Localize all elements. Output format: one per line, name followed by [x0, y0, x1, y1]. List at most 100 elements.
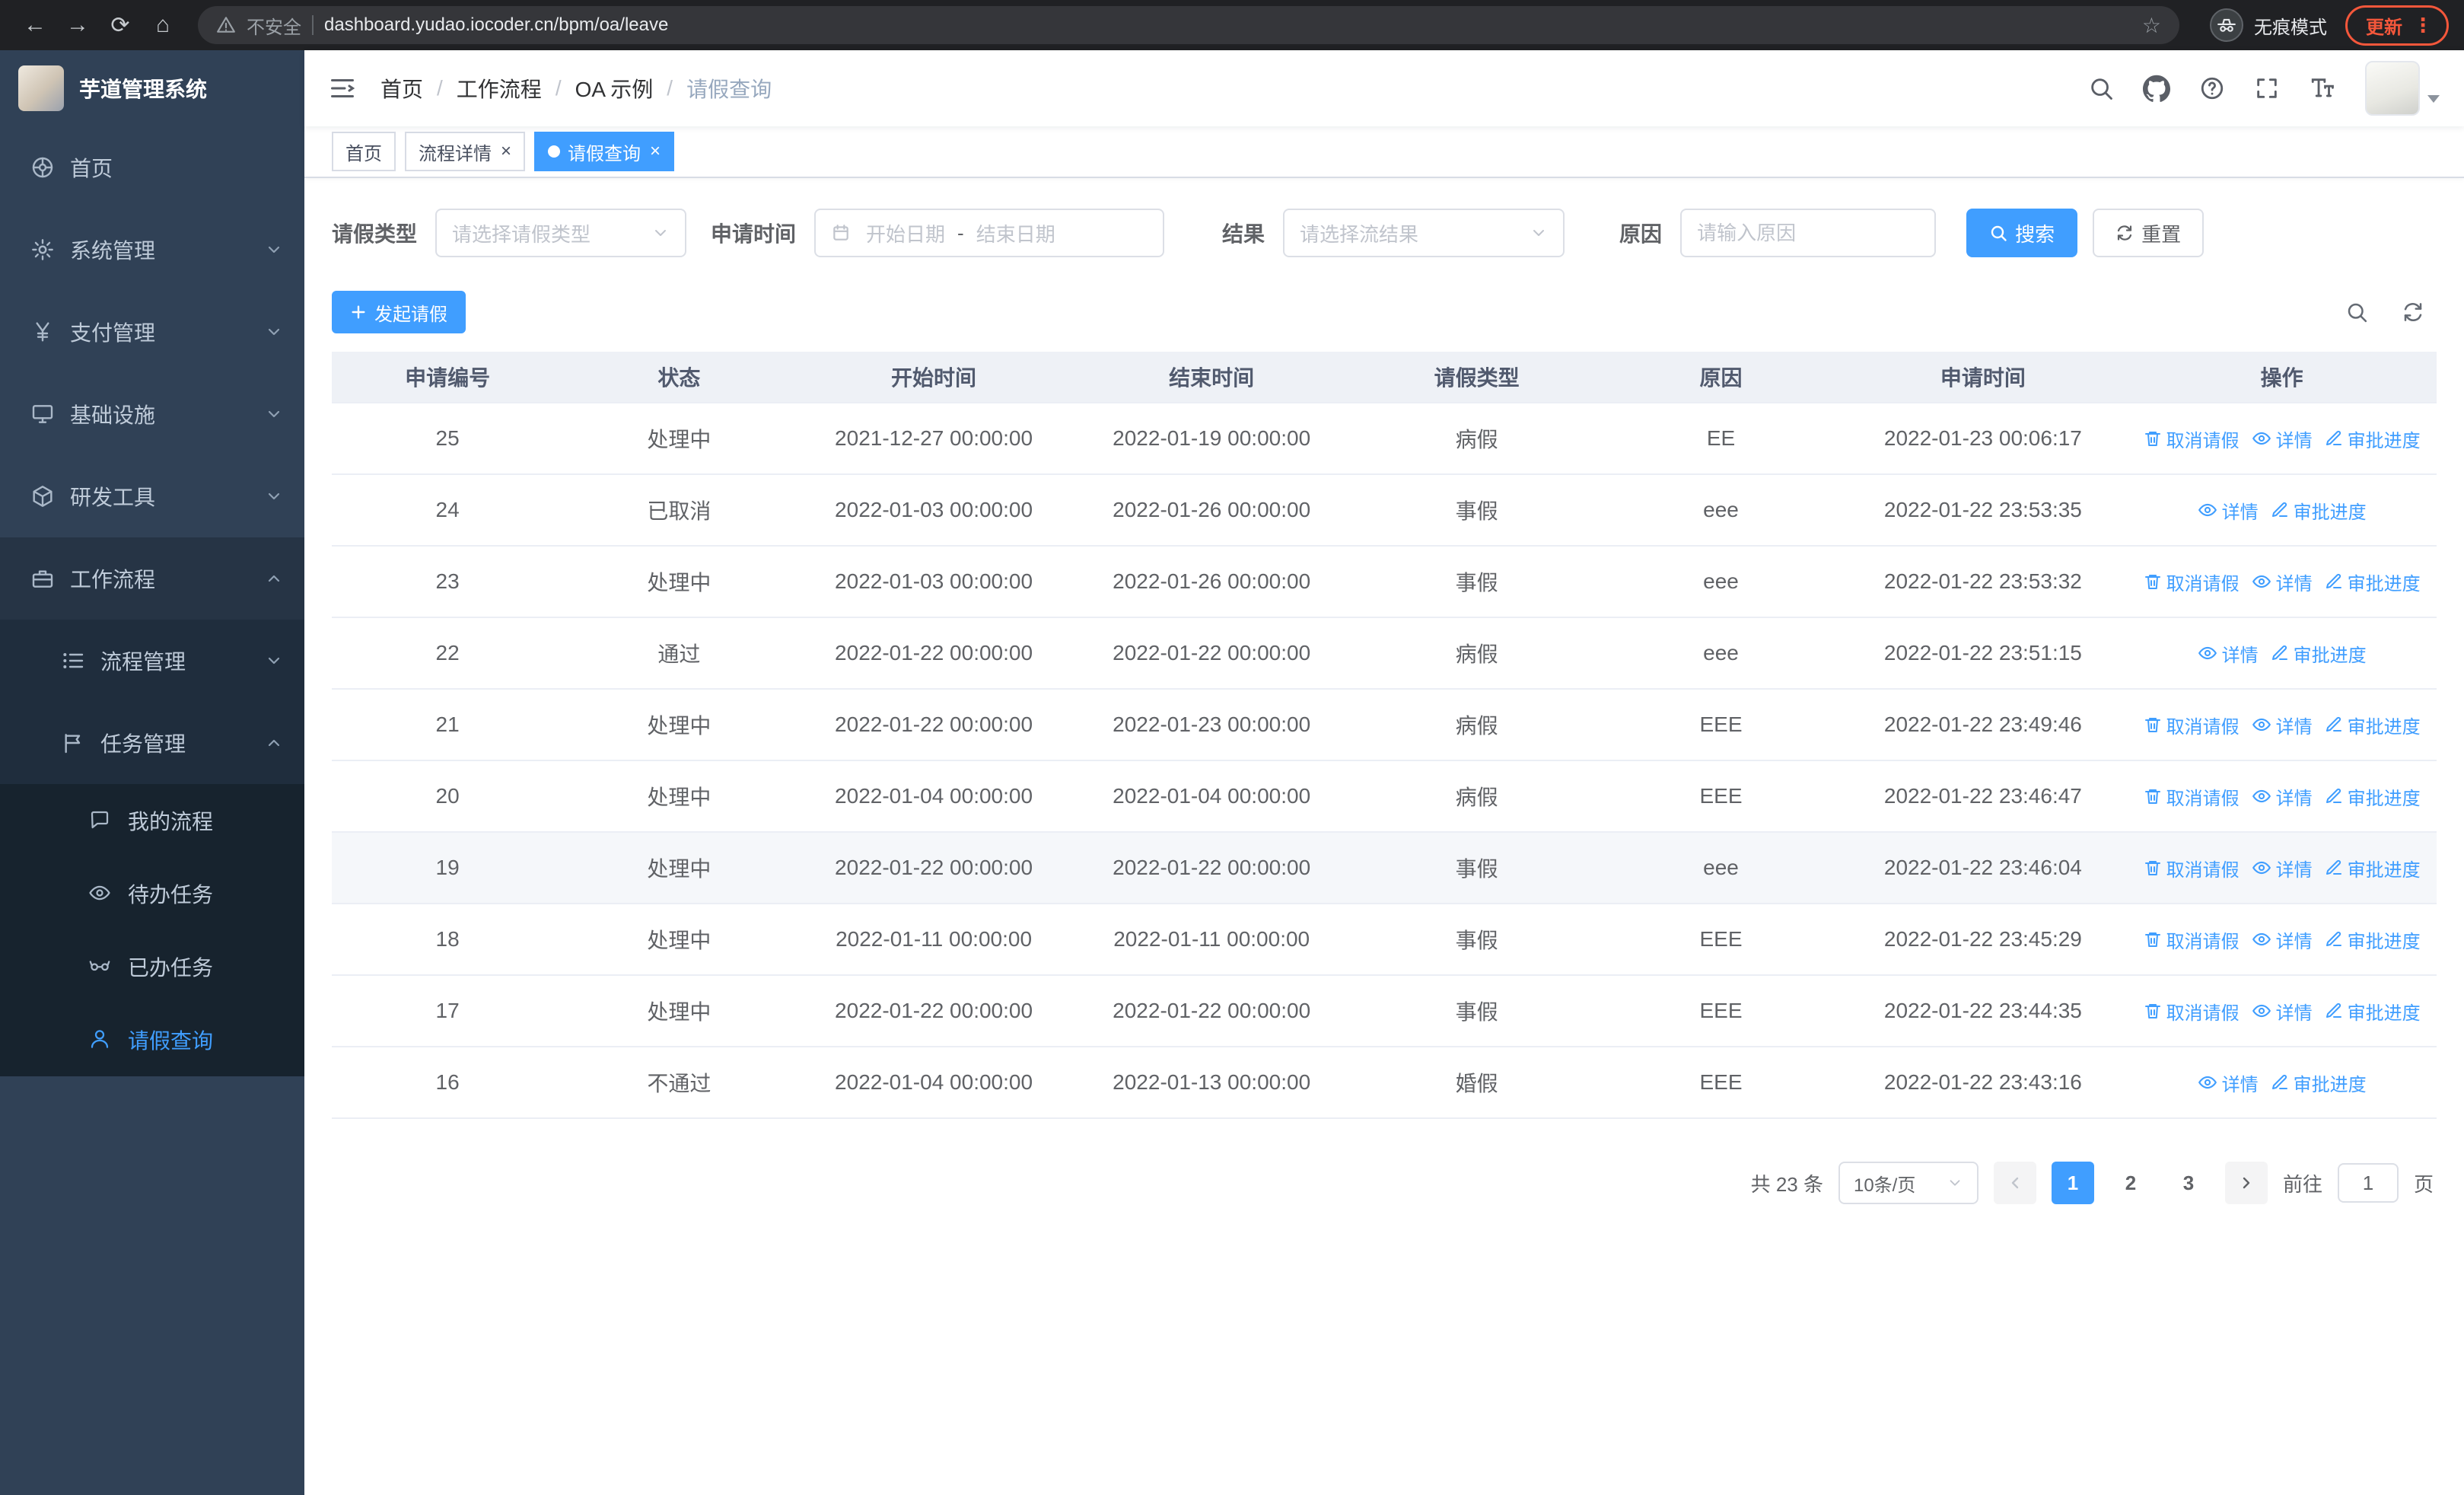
page-size-select[interactable]: 10条/页: [1838, 1162, 1979, 1204]
approval-progress-link[interactable]: 审批进度: [2325, 712, 2421, 738]
detail-link[interactable]: 详情: [2252, 426, 2313, 452]
detail-link[interactable]: 详情: [2198, 497, 2259, 524]
start-date-placeholder[interactable]: 开始日期: [866, 219, 945, 247]
approval-progress-link[interactable]: 审批进度: [2271, 497, 2367, 524]
sidebar-item-process-mgmt[interactable]: 流程管理: [0, 620, 304, 702]
breadcrumb-home[interactable]: 首页: [380, 73, 423, 104]
detail-link[interactable]: 详情: [2252, 998, 2313, 1025]
cancel-leave-link[interactable]: 取消请假: [2144, 783, 2240, 810]
detail-link[interactable]: 详情: [2252, 855, 2313, 881]
breadcrumb-oa-example[interactable]: OA 示例: [575, 73, 654, 104]
sidebar-item-home[interactable]: 首页: [0, 126, 304, 209]
sidebar-item-leave-query[interactable]: 请假查询: [0, 1003, 304, 1076]
reload-icon[interactable]: ⟳: [100, 5, 140, 45]
sidebar-item-system-mgmt[interactable]: 系统管理: [0, 209, 304, 291]
page-button-2[interactable]: 2: [2109, 1162, 2152, 1204]
cancel-leave-link[interactable]: 取消请假: [2144, 926, 2240, 953]
detail-link[interactable]: 详情: [2198, 1069, 2259, 1096]
page-button-1[interactable]: 1: [2051, 1162, 2094, 1204]
url-text[interactable]: dashboard.yudao.iocoder.cn/bpm/oa/leave: [324, 14, 2131, 36]
detail-link[interactable]: 详情: [2252, 712, 2313, 738]
chevron-down-icon: [265, 652, 283, 670]
approval-progress-link[interactable]: 审批进度: [2271, 1069, 2367, 1096]
cancel-leave-link[interactable]: 取消请假: [2144, 712, 2240, 738]
create-leave-button[interactable]: 发起请假: [332, 291, 466, 333]
cell-id: 23: [435, 569, 460, 593]
reset-button[interactable]: 重置: [2093, 209, 2205, 257]
prev-page-button[interactable]: [1993, 1162, 2036, 1204]
tab-close-icon[interactable]: ×: [501, 142, 511, 161]
sidebar-collapse-icon[interactable]: [329, 75, 356, 102]
home-icon[interactable]: ⌂: [143, 5, 183, 45]
fullscreen-icon[interactable]: [2254, 75, 2280, 101]
cancel-leave-link[interactable]: 取消请假: [2144, 998, 2240, 1025]
detail-link[interactable]: 详情: [2198, 640, 2259, 667]
security-label[interactable]: 不安全: [247, 12, 301, 39]
next-page-button[interactable]: [2224, 1162, 2268, 1204]
total-count: 共 23 条: [1750, 1172, 1823, 1196]
approval-progress-link[interactable]: 审批进度: [2325, 426, 2421, 452]
back-icon[interactable]: ←: [15, 5, 55, 45]
trash-icon: [2144, 932, 2160, 947]
approval-progress-link[interactable]: 审批进度: [2325, 783, 2421, 810]
detail-link[interactable]: 详情: [2252, 926, 2313, 953]
cell-reason: EE: [1706, 426, 1736, 450]
leave-type-select[interactable]: 请选择请假类型: [435, 209, 687, 257]
menu-kebab-icon[interactable]: ⋮: [2413, 14, 2433, 37]
approval-progress-link[interactable]: 审批进度: [2271, 640, 2367, 667]
approval-progress-link[interactable]: 审批进度: [2325, 926, 2421, 953]
detail-link[interactable]: 详情: [2252, 783, 2313, 810]
page-button-3[interactable]: 3: [2167, 1162, 2210, 1204]
end-date-placeholder[interactable]: 结束日期: [976, 219, 1055, 247]
sidebar-item-infrastructure[interactable]: 基础设施: [0, 373, 304, 455]
approval-progress-link[interactable]: 审批进度: [2325, 855, 2421, 881]
sidebar-item-dev-tools[interactable]: 研发工具: [0, 455, 304, 537]
sidebar-item-payment-mgmt[interactable]: 支付管理: [0, 291, 304, 373]
approval-progress-label: 审批进度: [2293, 502, 2367, 523]
breadcrumb-workflow[interactable]: 工作流程: [457, 73, 542, 104]
sidebar-item-done-tasks[interactable]: 已办任务: [0, 930, 304, 1003]
reason-input[interactable]: [1697, 221, 1920, 245]
sidebar-item-workflow[interactable]: 工作流程: [0, 537, 304, 620]
cell-leave-type: 事假: [1455, 1000, 1498, 1024]
tab-process-detail[interactable]: 流程详情 ×: [405, 132, 526, 171]
edit-icon: [2271, 645, 2287, 660]
sidebar-logo[interactable]: 芋道管理系统: [0, 50, 304, 126]
cell-leave-type: 病假: [1455, 428, 1498, 451]
apply-time-range-picker[interactable]: 开始日期 - 结束日期: [814, 209, 1165, 257]
sidebar-item-todo-tasks[interactable]: 待办任务: [0, 857, 304, 930]
edit-icon: [2326, 1003, 2341, 1018]
approval-progress-link[interactable]: 审批进度: [2325, 569, 2421, 595]
sidebar-item-task-mgmt[interactable]: 任务管理: [0, 702, 304, 784]
avatar[interactable]: [2365, 61, 2420, 116]
toggle-search-icon[interactable]: [2345, 301, 2368, 324]
bookmark-star-icon[interactable]: ☆: [2142, 13, 2161, 38]
user-menu[interactable]: [2365, 61, 2440, 116]
browser-update-button[interactable]: 更新 ⋮: [2345, 5, 2449, 46]
refresh-table-icon[interactable]: [2402, 301, 2424, 324]
help-icon[interactable]: [2199, 75, 2225, 101]
table-row: 16 不通过 2022-01-04 00:00:00 2022-01-13 00…: [332, 1047, 2437, 1119]
cell-status: 处理中: [647, 857, 712, 881]
goto-page-input[interactable]: [2337, 1163, 2399, 1203]
sidebar-item-label: 基础设施: [70, 403, 156, 427]
result-select[interactable]: 请选择流结果: [1283, 209, 1565, 257]
cell-start-time: 2022-01-04 00:00:00: [835, 1070, 1033, 1094]
cell-id: 19: [435, 856, 460, 879]
github-icon[interactable]: [2143, 75, 2170, 102]
tab-leave-query[interactable]: 请假查询 ×: [534, 132, 675, 171]
search-button[interactable]: 搜索: [1966, 209, 2078, 257]
detail-link[interactable]: 详情: [2252, 569, 2313, 595]
cancel-leave-link[interactable]: 取消请假: [2144, 426, 2240, 452]
address-bar[interactable]: 不安全 dashboard.yudao.iocoder.cn/bpm/oa/le…: [198, 6, 2179, 44]
col-header-apply: 申请时间: [1940, 366, 2026, 390]
search-icon[interactable]: [2088, 75, 2114, 101]
sidebar-item-my-process[interactable]: 我的流程: [0, 784, 304, 857]
forward-icon[interactable]: →: [58, 5, 97, 45]
font-size-icon[interactable]: [2309, 75, 2336, 101]
cancel-leave-link[interactable]: 取消请假: [2144, 855, 2240, 881]
approval-progress-link[interactable]: 审批进度: [2325, 998, 2421, 1025]
tab-home[interactable]: 首页: [332, 132, 396, 171]
tab-close-icon[interactable]: ×: [650, 142, 661, 161]
cancel-leave-link[interactable]: 取消请假: [2144, 569, 2240, 595]
